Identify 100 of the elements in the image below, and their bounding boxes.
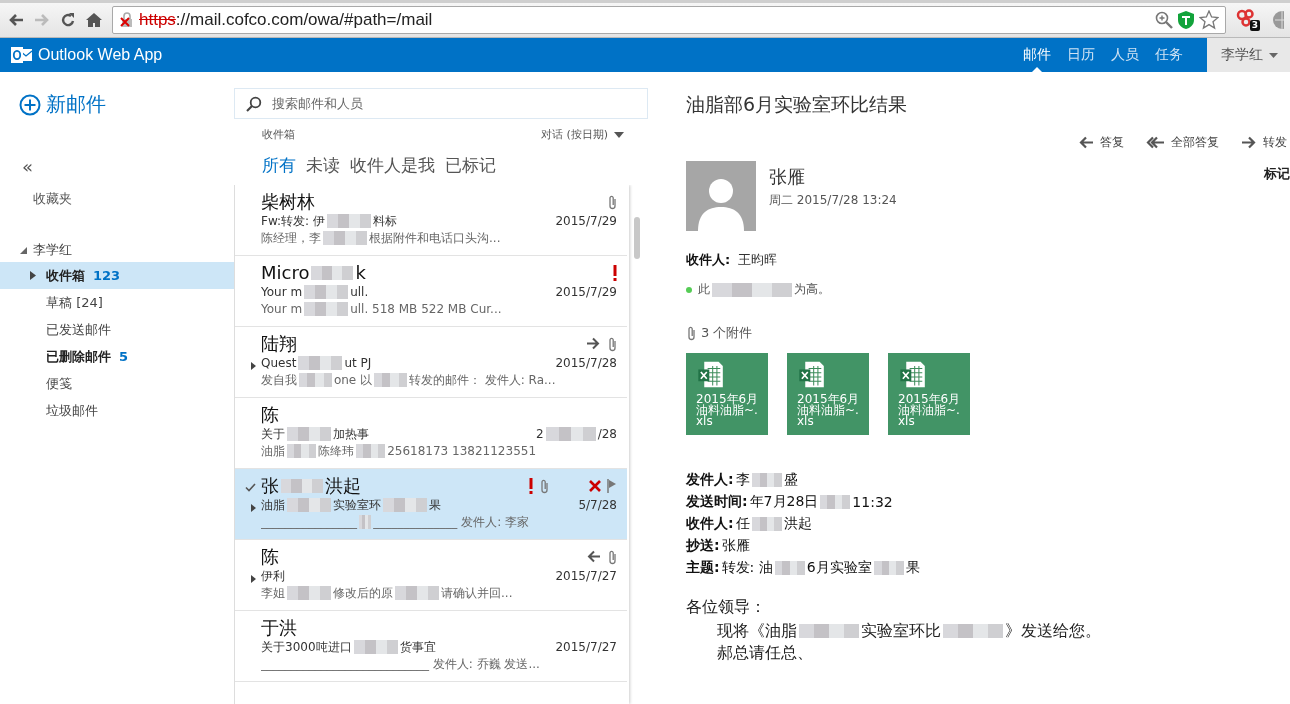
collapse-button[interactable]: « [22, 158, 33, 176]
preview-text: 请确认并回... [441, 585, 513, 602]
message-item[interactable]: 张 洪起 油脂 实验室环 果 ________________ ______________ 发件人: 李家 5/7/28 [235, 469, 627, 540]
nav-tab[interactable]: 任务 [1147, 38, 1191, 72]
nav-tab[interactable]: 邮件 [1015, 38, 1059, 72]
field-value: 任 [735, 515, 750, 533]
attachment-tile[interactable]: 2015年6月油料油脂~.xls [787, 353, 869, 435]
preview-text: ________________ [261, 514, 357, 531]
message-item[interactable]: Micro k Your m ull. Your m ull. 518 MB 522 MB Cur... 2015/7/29 [235, 256, 627, 327]
mark-as-button[interactable]: 标记 [1264, 165, 1290, 183]
user-menu[interactable]: 李学红 [1207, 38, 1290, 72]
back-icon[interactable] [8, 12, 24, 28]
filter-tab[interactable]: 未读 [306, 154, 340, 177]
folder-item[interactable]: 收件箱 123 [0, 262, 234, 289]
caret-icon [614, 131, 624, 138]
collapse-triangle-icon [20, 246, 27, 254]
plus-circle-icon [19, 93, 41, 116]
double-left-arrow-icon [1146, 136, 1165, 149]
redaction-patch [311, 265, 354, 280]
subject-text: 果 [429, 497, 441, 513]
message-item[interactable]: 柴树林 Fw:转发: 伊 料标 陈经理，李 根据附件和电话口头沟... 2015/7/29 [235, 185, 627, 256]
filter-tab[interactable]: 所有 [262, 154, 296, 177]
field-label: 发件人: [686, 471, 734, 489]
reply-button[interactable]: 答复 [1078, 134, 1124, 151]
redaction-patch [298, 356, 343, 370]
folder-item[interactable]: 已发送邮件 [0, 316, 234, 343]
globe-icon[interactable] [1270, 10, 1284, 30]
extension-icon[interactable] [1236, 9, 1256, 27]
preview-text: 根据附件和电话口头沟... [369, 230, 501, 247]
subject-text: 实验室环 [333, 497, 381, 513]
folder-item[interactable]: 便笺 [0, 370, 234, 397]
file-name: 2015年6月油料油脂~.xls [696, 394, 760, 427]
redaction-patch [374, 373, 407, 387]
redaction-patch [943, 624, 1003, 638]
account-node[interactable]: 李学红 [20, 241, 72, 259]
shield-icon[interactable] [1177, 10, 1195, 30]
check-icon[interactable] [245, 483, 256, 492]
folder-item[interactable]: 垃圾邮件 [0, 397, 234, 424]
outlook-logo-icon [11, 46, 33, 64]
home-icon[interactable] [86, 12, 102, 28]
preview-text: 发自我 [261, 372, 297, 389]
favorites-label[interactable]: 收藏夹 [33, 190, 72, 208]
preview-text: 转发的邮件： 发件人: Ra... [408, 372, 556, 389]
spreadsheet-icon [797, 361, 827, 388]
subject-text: 料标 [372, 213, 397, 229]
forward-button[interactable]: 转发 [1241, 134, 1287, 151]
message-date: 2015/7/29 [555, 284, 617, 300]
attachment-tile[interactable]: 2015年6月油料油脂~.xls [888, 353, 970, 435]
caret-icon [1269, 52, 1278, 58]
importance-note: 此 [698, 281, 710, 298]
spreadsheet-icon [696, 361, 726, 388]
folder-item[interactable]: 已删除邮件 5 [0, 343, 234, 370]
scrollbar-thumb[interactable] [634, 217, 640, 259]
redaction-patch [356, 444, 386, 458]
recipient-name: 王昀晖 [738, 251, 778, 269]
subject-text: Quest [261, 355, 297, 371]
reload-icon[interactable] [60, 12, 76, 28]
filter-tab[interactable]: 已标记 [445, 154, 496, 177]
preview-text: Your m [261, 301, 303, 318]
body-text: 郝总请任总、 [717, 642, 813, 664]
redaction-patch [395, 586, 439, 600]
reply-all-button[interactable]: 全部答复 [1146, 134, 1219, 151]
file-name: 2015年6月油料油脂~.xls [898, 394, 962, 427]
unread-count: 123 [93, 268, 121, 283]
sort-menu[interactable]: 对话 (按日期) [540, 127, 624, 142]
expand-triangle-icon[interactable] [30, 271, 36, 280]
folder-name: 已发送邮件 [46, 320, 111, 339]
field-value: 果 [905, 559, 920, 577]
unread-count: 5 [119, 349, 129, 364]
expand-triangle-icon[interactable] [250, 503, 256, 513]
field-value: 洪起 [783, 515, 812, 533]
redaction-patch [299, 373, 332, 387]
new-mail-button[interactable]: 新邮件 [19, 91, 106, 118]
message-item[interactable]: 陆翔 Quest ut PJ 发自我 one 以 转发的邮件： 发件人: Ra... 2015/7/28 [235, 327, 627, 398]
address-bar[interactable]: https://mail.cofco.com/owa/#path=/mail [112, 6, 1226, 34]
redaction-patch [287, 586, 331, 600]
message-item[interactable]: 于洪 关于3000吨进口 货事宜 ____________________________ 发件人: 乔巍 发送... 2015/7/27 [235, 611, 627, 682]
message-item[interactable]: 陈 伊利 李姐 修改后的原 请确认并回... 2015/7/27 [235, 540, 627, 611]
expand-triangle-icon[interactable] [250, 361, 256, 371]
folder-item[interactable]: 草稿 [24] [0, 289, 234, 316]
star-icon[interactable] [1199, 10, 1219, 30]
nav-tab[interactable]: 日历 [1059, 38, 1103, 72]
body-text: 现将《油脂 [717, 620, 797, 642]
expand-triangle-icon[interactable] [250, 574, 256, 584]
search-field[interactable]: 搜索邮件和人员 [234, 88, 648, 119]
message-title: 油脂部6月实验室环比结果 [686, 92, 909, 117]
right-arrow-icon [1241, 136, 1257, 149]
nav-tab[interactable]: 人员 [1103, 38, 1147, 72]
filter-tab[interactable]: 收件人是我 [350, 154, 435, 177]
delete-icon[interactable] [589, 479, 601, 492]
message-date: 5/7/28 [578, 497, 617, 513]
redaction-patch [287, 427, 331, 441]
field-value: 盛 [783, 471, 798, 489]
sender-name: 陈 [261, 403, 279, 426]
message-date: 2015/7/29 [555, 213, 617, 229]
attachment-tile[interactable]: 2015年6月油料油脂~.xls [686, 353, 768, 435]
flag-icon[interactable] [607, 478, 617, 493]
sender-name: 陆翔 [261, 332, 297, 355]
field-value: 年7月28日 [749, 493, 819, 511]
zoom-icon[interactable] [1155, 11, 1173, 29]
